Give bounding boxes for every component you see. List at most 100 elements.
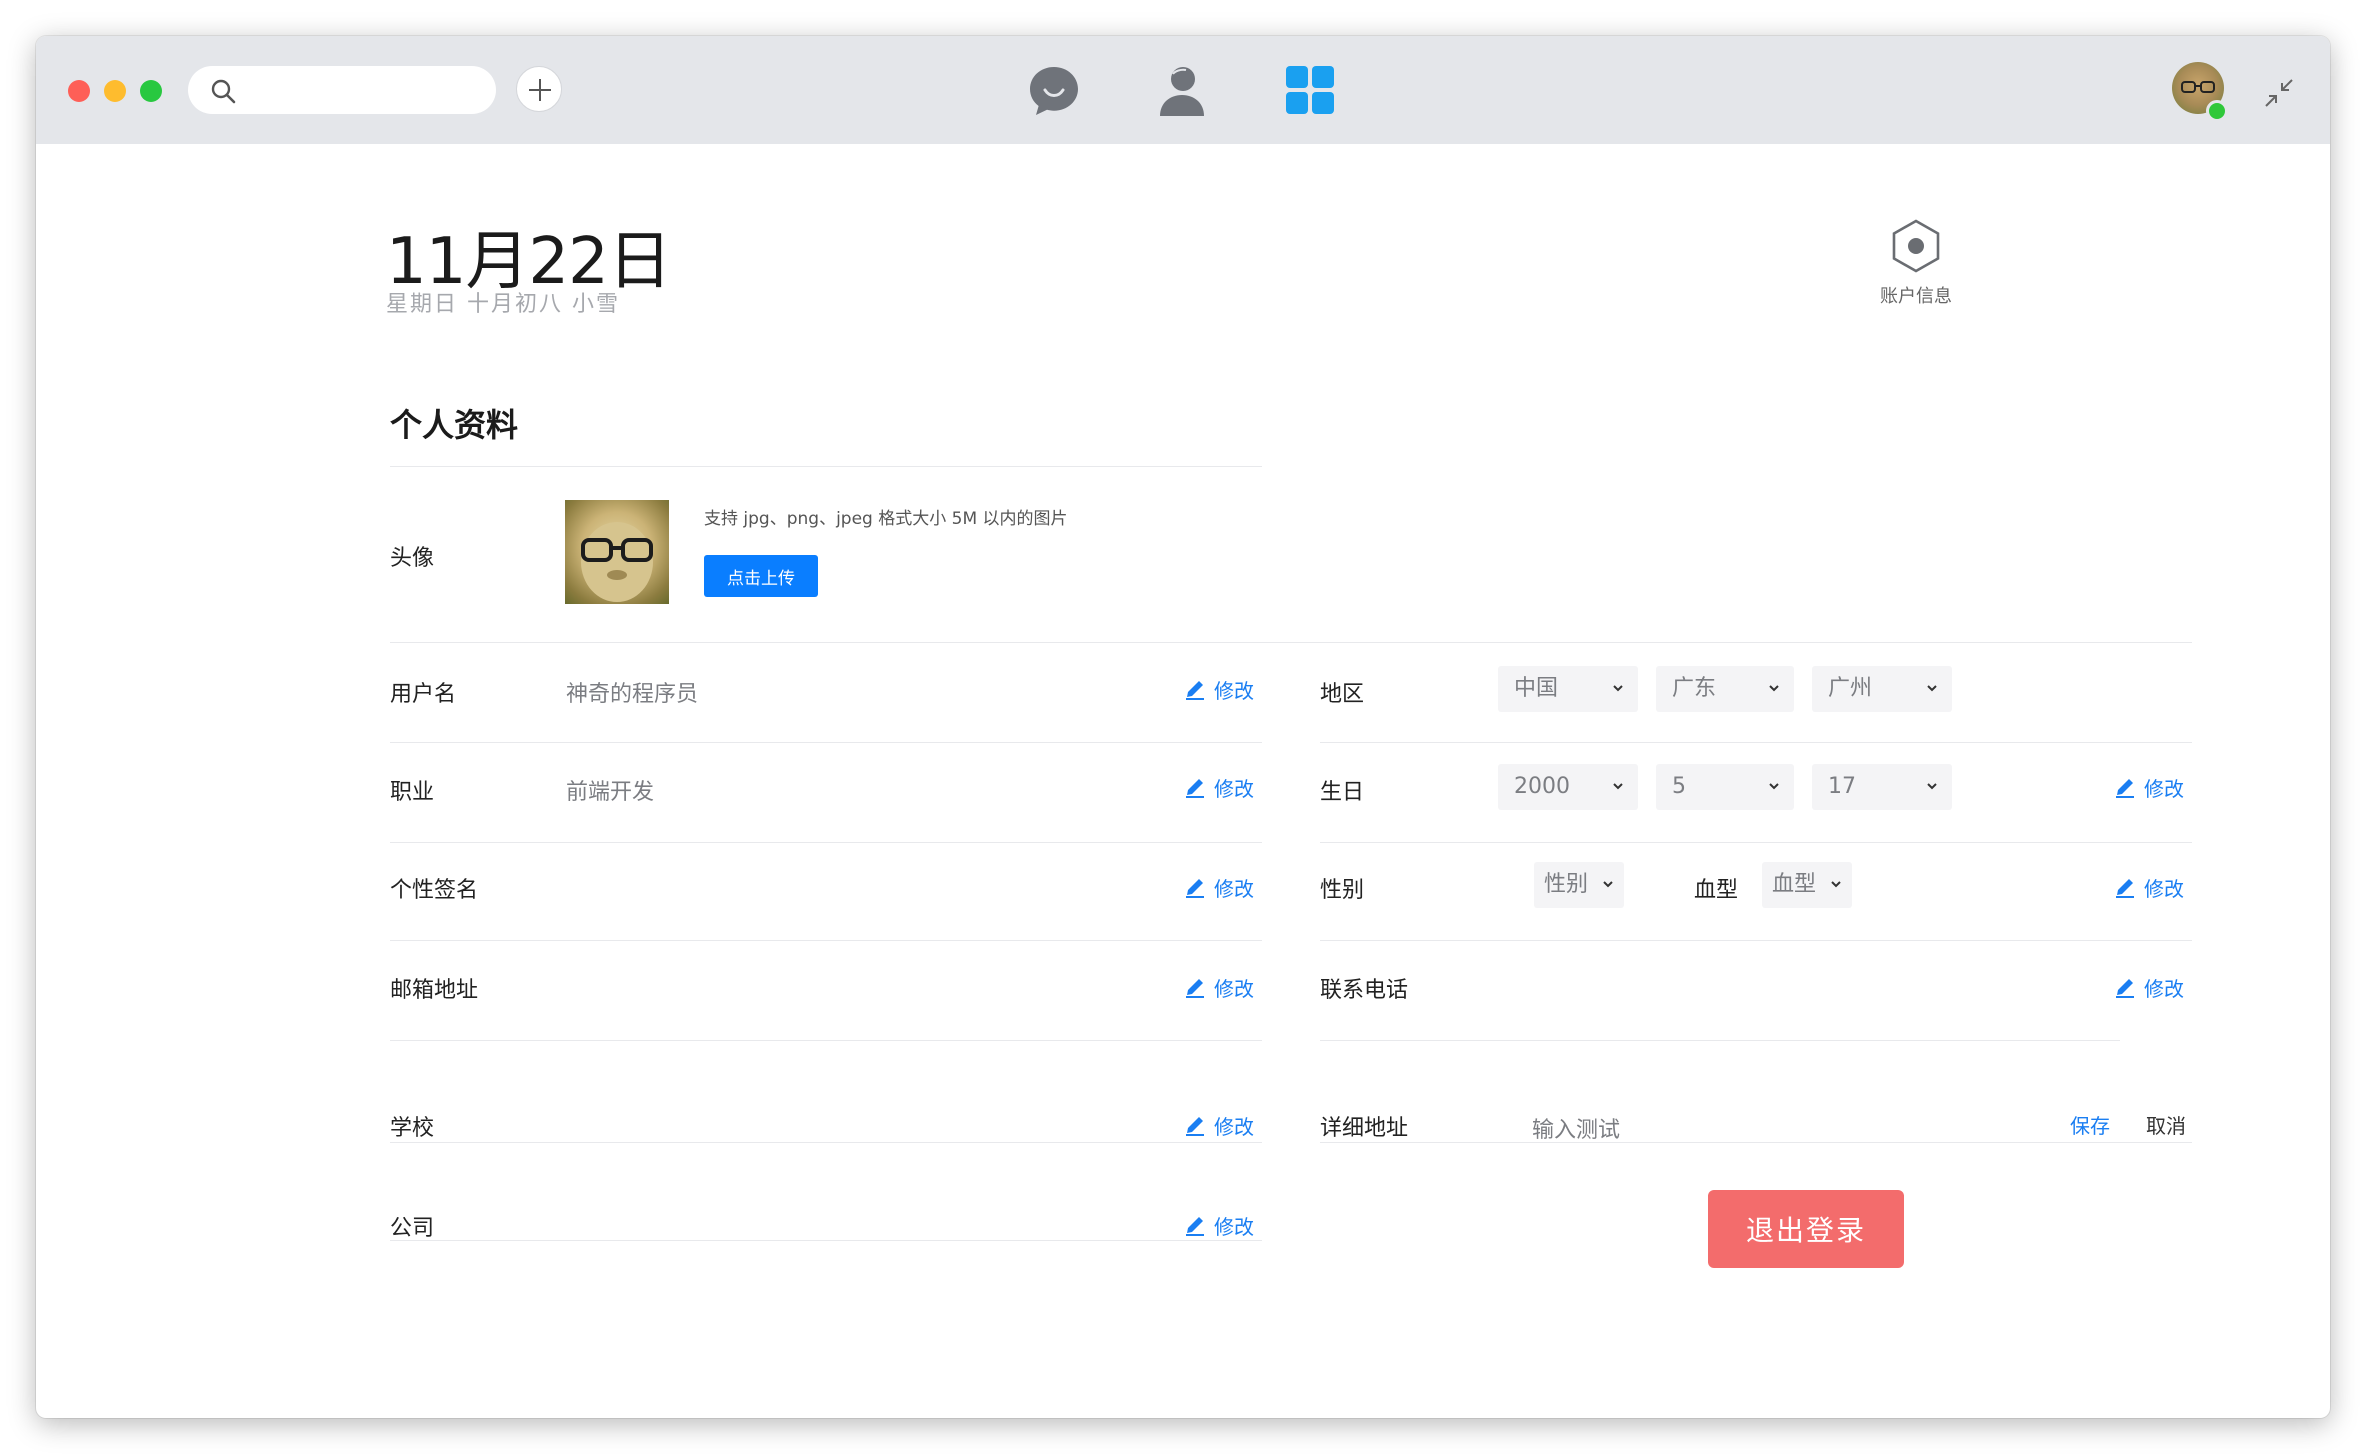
edit-label: 修改 [1214,678,1254,703]
school-label: 学校 [390,1116,435,1141]
birth-year-value: 2000 [1514,774,1570,799]
edit-label: 修改 [1214,1114,1254,1139]
date-subtitle: 星期日 十月初八 小雪 [386,292,620,317]
birth-day-select[interactable]: 17 [1812,764,1952,810]
edit-label: 修改 [1214,776,1254,801]
add-button[interactable] [516,66,562,112]
edit-label: 修改 [1214,876,1254,901]
region-label: 地区 [1320,682,1365,707]
divider [390,1240,1262,1241]
pencil-icon [1186,681,1204,700]
edit-occupation-button[interactable]: 修改 [1184,772,1254,802]
edit-username-button[interactable]: 修改 [1184,674,1254,704]
edit-label: 修改 [2144,976,2184,1001]
logout-button[interactable]: 退出登录 [1708,1190,1904,1268]
pencil-icon [1186,1117,1204,1136]
search-icon [211,79,236,104]
country-select[interactable]: 中国 [1498,666,1638,712]
avatar-hint: 支持 jpg、png、jpeg 格式大小 5M 以内的图片 [704,509,1068,529]
divider [1320,940,2192,941]
edit-label: 修改 [1214,976,1254,1001]
title-bar [36,36,2330,144]
maximize-window-button[interactable] [140,80,162,102]
country-value: 中国 [1514,676,1559,701]
email-label: 邮箱地址 [390,978,479,1003]
online-status-dot [2206,100,2228,122]
search-box[interactable] [188,66,496,114]
gender-label: 性别 [1320,878,1365,903]
pencil-icon [1186,979,1204,998]
chevron-down-icon [1603,881,1613,888]
user-icon[interactable] [1154,62,1210,118]
gender-value: 性别 [1544,872,1589,897]
account-info-label: 账户信息 [1880,286,1952,307]
chat-icon[interactable] [1026,62,1082,118]
pencil-icon [2116,779,2134,798]
occupation-label: 职业 [390,780,435,805]
blood-type-select[interactable]: 血型 [1762,862,1852,908]
chevron-down-icon [1927,783,1937,790]
divider [390,1142,1262,1143]
chevron-down-icon [1769,685,1779,692]
pencil-icon [1186,1217,1204,1236]
birth-day-value: 17 [1828,774,1856,799]
edit-gender-button[interactable]: 修改 [2114,872,2184,902]
avatar-label: 头像 [390,546,435,571]
username-value: 神奇的程序员 [566,682,699,707]
chevron-down-icon [1613,783,1623,790]
divider [390,842,1262,843]
pencil-icon [2116,979,2134,998]
address-label: 详细地址 [1320,1116,1409,1141]
company-label: 公司 [390,1216,435,1241]
cancel-address-button[interactable]: 取消 [2146,1110,2186,1139]
edit-birthday-button[interactable]: 修改 [2114,772,2184,802]
signature-label: 个性签名 [390,878,479,903]
divider [390,742,1262,743]
search-input[interactable] [248,74,478,106]
divider [390,1040,1262,1041]
plus-icon [529,79,551,101]
province-value: 广东 [1672,676,1717,701]
divider [390,940,1262,941]
divider [1320,842,2192,843]
occupation-value: 前端开发 [566,780,655,805]
edit-phone-button[interactable]: 修改 [2114,972,2184,1002]
profile-avatar-image [565,500,669,604]
account-info-button[interactable]: 账户信息 [1856,218,1976,308]
minimize-window-button[interactable] [104,80,126,102]
edit-label: 修改 [2144,776,2184,801]
birth-month-value: 5 [1672,774,1686,799]
pencil-icon [1186,879,1204,898]
username-label: 用户名 [390,682,457,707]
divider [1320,1040,2120,1041]
phone-label: 联系电话 [1320,978,1409,1003]
edit-signature-button[interactable]: 修改 [1184,872,1254,902]
apps-icon[interactable] [1282,62,1338,118]
close-window-button[interactable] [68,80,90,102]
blood-type-value: 血型 [1772,872,1817,897]
birth-month-select[interactable]: 5 [1656,764,1794,810]
birth-year-select[interactable]: 2000 [1498,764,1638,810]
chevron-down-icon [1613,685,1623,692]
province-select[interactable]: 广东 [1656,666,1794,712]
gender-select[interactable]: 性别 [1534,862,1624,908]
edit-label: 修改 [2144,876,2184,901]
blood-type-label: 血型 [1694,878,1739,903]
city-select[interactable]: 广州 [1812,666,1952,712]
edit-company-button[interactable]: 修改 [1184,1210,1254,1240]
city-value: 广州 [1828,676,1873,701]
chevron-down-icon [1831,881,1841,888]
save-address-button[interactable]: 保存 [2070,1110,2110,1139]
glasses-image [581,522,653,602]
edit-label: 修改 [1214,1214,1254,1239]
chevron-down-icon [1927,685,1937,692]
birthday-label: 生日 [1320,780,1365,805]
edit-email-button[interactable]: 修改 [1184,972,1254,1002]
upload-button[interactable]: 点击上传 [704,555,818,597]
edit-school-button[interactable]: 修改 [1184,1110,1254,1140]
chevron-down-icon [1769,783,1779,790]
shrink-icon[interactable] [2262,76,2296,110]
divider [1320,1142,2192,1143]
section-title: 个人资料 [390,406,519,444]
hexagon-settings-icon [1892,219,1940,273]
